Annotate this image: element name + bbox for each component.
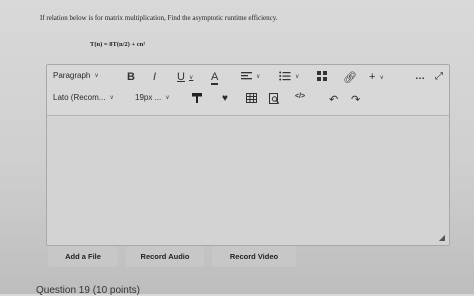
next-question-heading: Question 19 (10 points) xyxy=(36,285,140,296)
font-size-label: 19px ... xyxy=(135,93,162,102)
align-dropdown[interactable]: ∨ xyxy=(241,71,260,81)
bold-button[interactable]: B xyxy=(127,71,135,83)
insert-table-button[interactable] xyxy=(246,93,257,103)
record-video-button[interactable]: Record Video xyxy=(212,246,296,267)
record-video-label: Record Video xyxy=(229,252,279,261)
italic-icon: I xyxy=(153,71,157,83)
underline-button[interactable]: U ∨ xyxy=(177,71,193,83)
expand-icon: ⤢ xyxy=(435,71,443,82)
highlight-button[interactable]: ♥︎ xyxy=(222,93,228,104)
bulleted-list-icon xyxy=(279,71,291,81)
format-painter-button[interactable] xyxy=(192,93,202,103)
chevron-down-icon: ∨ xyxy=(165,95,170,101)
rich-text-editor: Paragraph ∨ B I U ∨ A ∨ ∨ 🔗︎ + ∨ … ⤢ Lat… xyxy=(46,64,450,246)
ellipsis-icon: … xyxy=(415,71,425,82)
italic-button[interactable]: I xyxy=(153,71,156,83)
more-options-button[interactable]: … xyxy=(415,71,425,82)
font-color-icon: A xyxy=(211,71,219,85)
fullscreen-button[interactable]: ⤢ xyxy=(435,71,443,82)
paragraph-style-dropdown[interactable]: Paragraph ∨ xyxy=(53,71,99,80)
paragraph-style-label: Paragraph xyxy=(53,71,91,80)
document-search-icon xyxy=(269,93,280,104)
bold-icon: B xyxy=(127,71,135,83)
chevron-down-icon: ∨ xyxy=(188,74,194,81)
insert-link-button[interactable]: 🔗︎ xyxy=(343,71,357,84)
record-audio-button[interactable]: Record Audio xyxy=(126,246,204,267)
font-size-dropdown[interactable]: 19px ... ∨ xyxy=(135,93,170,102)
plus-icon: + xyxy=(369,71,376,83)
insert-menu-button[interactable]: + ∨ xyxy=(369,71,384,83)
chevron-down-icon: ∨ xyxy=(109,95,114,101)
editor-toolbar: Paragraph ∨ B I U ∨ A ∨ ∨ 🔗︎ + ∨ … ⤢ Lat… xyxy=(47,65,449,116)
recurrence-formula: T(n) = 8T(n/2) + cn² xyxy=(90,41,146,48)
redo-button[interactable]: ↷ xyxy=(351,93,360,106)
chevron-down-icon: ∨ xyxy=(379,74,384,81)
chevron-down-icon: ∨ xyxy=(256,73,261,80)
resize-handle-icon[interactable]: ◢ xyxy=(439,233,445,242)
add-file-button[interactable]: Add a File xyxy=(48,246,118,267)
insert-media-button[interactable] xyxy=(317,71,327,81)
underline-icon: U xyxy=(177,71,185,83)
question-text: If relation below is for matrix multipli… xyxy=(40,14,278,22)
highlight-icon: ♥︎ xyxy=(222,93,228,104)
code-icon: </> xyxy=(295,93,306,100)
list-dropdown[interactable]: ∨ xyxy=(279,71,299,81)
link-icon: 🔗︎ xyxy=(343,72,357,84)
undo-icon: ↶ xyxy=(329,94,339,106)
undo-button[interactable]: ↶ xyxy=(329,93,338,106)
editor-text-area[interactable] xyxy=(47,116,449,245)
font-family-label: Lato (Recom... xyxy=(53,93,106,102)
paint-roller-icon xyxy=(192,93,202,103)
align-left-icon xyxy=(241,72,252,80)
media-grid-icon xyxy=(317,71,327,81)
redo-icon: ↷ xyxy=(351,94,361,106)
chevron-down-icon: ∨ xyxy=(295,73,300,80)
source-code-button[interactable]: </> xyxy=(295,93,305,100)
record-audio-label: Record Audio xyxy=(140,252,190,261)
font-family-dropdown[interactable]: Lato (Recom... ∨ xyxy=(53,93,114,102)
add-file-label: Add a File xyxy=(65,252,101,261)
font-color-button[interactable]: A xyxy=(211,71,219,85)
find-replace-button[interactable] xyxy=(269,93,280,104)
table-icon xyxy=(246,93,257,103)
chevron-down-icon: ∨ xyxy=(94,73,99,79)
